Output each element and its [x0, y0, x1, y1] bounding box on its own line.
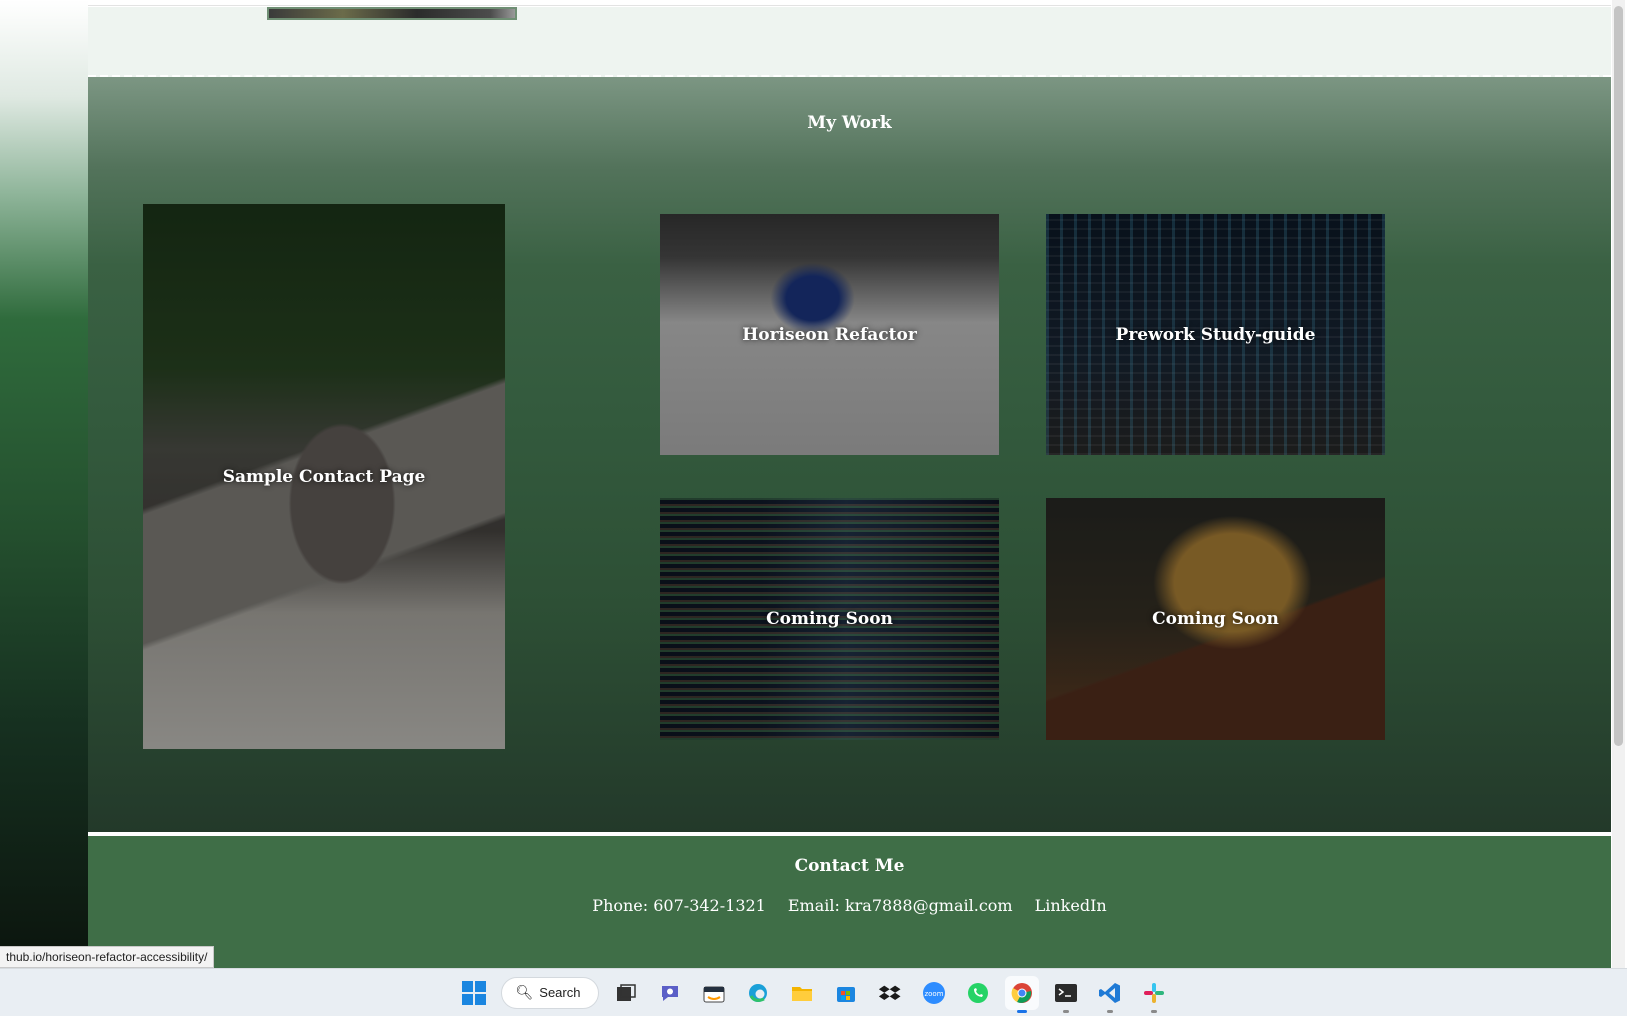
taskbar-search-button[interactable]: 🔍︎ Search — [500, 976, 599, 1009]
contact-row: Phone: 607-342-1321 Email: kra7888@gmail… — [88, 896, 1611, 915]
search-label: Search — [539, 985, 581, 1000]
slack-icon[interactable] — [1137, 976, 1171, 1013]
project-card-sample-contact-page[interactable]: Sample Contact Page — [143, 204, 505, 749]
project-card-label: Coming Soon — [766, 609, 893, 629]
project-card-label: Sample Contact Page — [222, 466, 426, 487]
terminal-icon[interactable] — [1049, 976, 1083, 1013]
my-work-section: My Work Sample Contact Page Horiseon Ref… — [88, 77, 1611, 832]
contact-title: Contact Me — [794, 856, 905, 876]
project-card-horiseon-refactor[interactable]: Horiseon Refactor — [660, 214, 999, 455]
taskbar: 🔍︎ Search zoom — [0, 968, 1627, 1016]
browser-top-edge — [0, 0, 1627, 6]
project-card-coming-soon-1[interactable]: Coming Soon — [660, 498, 999, 740]
left-background-gradient — [0, 0, 88, 968]
project-card-prework-study-guide[interactable]: Prework Study-guide — [1046, 214, 1385, 455]
amazon-icon[interactable] — [697, 976, 731, 1010]
email-link[interactable]: Email: kra7888@gmail.com — [788, 896, 1013, 915]
my-work-title: My Work — [807, 113, 892, 133]
microsoft-store-icon[interactable] — [829, 976, 863, 1010]
phone-link[interactable]: Phone: 607-342-1321 — [592, 896, 766, 915]
vscode-icon[interactable] — [1093, 976, 1127, 1013]
project-card-label: Coming Soon — [1152, 609, 1279, 629]
project-card-label: Horiseon Refactor — [742, 324, 917, 345]
zoom-icon[interactable]: zoom — [917, 976, 951, 1010]
link-status-url: thub.io/horiseon-refactor-accessibility/ — [0, 946, 215, 968]
page-scrollbar[interactable] — [1612, 0, 1625, 968]
project-card-coming-soon-2[interactable]: Coming Soon — [1046, 498, 1385, 740]
dropbox-icon[interactable] — [873, 976, 907, 1010]
edge-icon[interactable] — [741, 976, 775, 1010]
chrome-icon[interactable] — [1004, 975, 1039, 1013]
svg-text:zoom: zoom — [924, 990, 943, 998]
whatsapp-icon[interactable] — [961, 976, 995, 1010]
contact-section: Contact Me Phone: 607-342-1321 Email: kr… — [88, 836, 1611, 968]
scrollbar-thumb[interactable] — [1614, 6, 1623, 746]
search-icon: 🔍︎ — [515, 984, 534, 1000]
windows-start-icon[interactable] — [457, 976, 491, 1010]
header-image — [267, 7, 517, 20]
task-view-icon[interactable] — [609, 976, 643, 1010]
file-explorer-icon[interactable] — [785, 976, 819, 1010]
teams-chat-icon[interactable] — [653, 976, 687, 1010]
project-card-label: Prework Study-guide — [1115, 324, 1316, 345]
linkedin-link[interactable]: LinkedIn — [1035, 896, 1107, 915]
header-area — [88, 7, 1611, 77]
